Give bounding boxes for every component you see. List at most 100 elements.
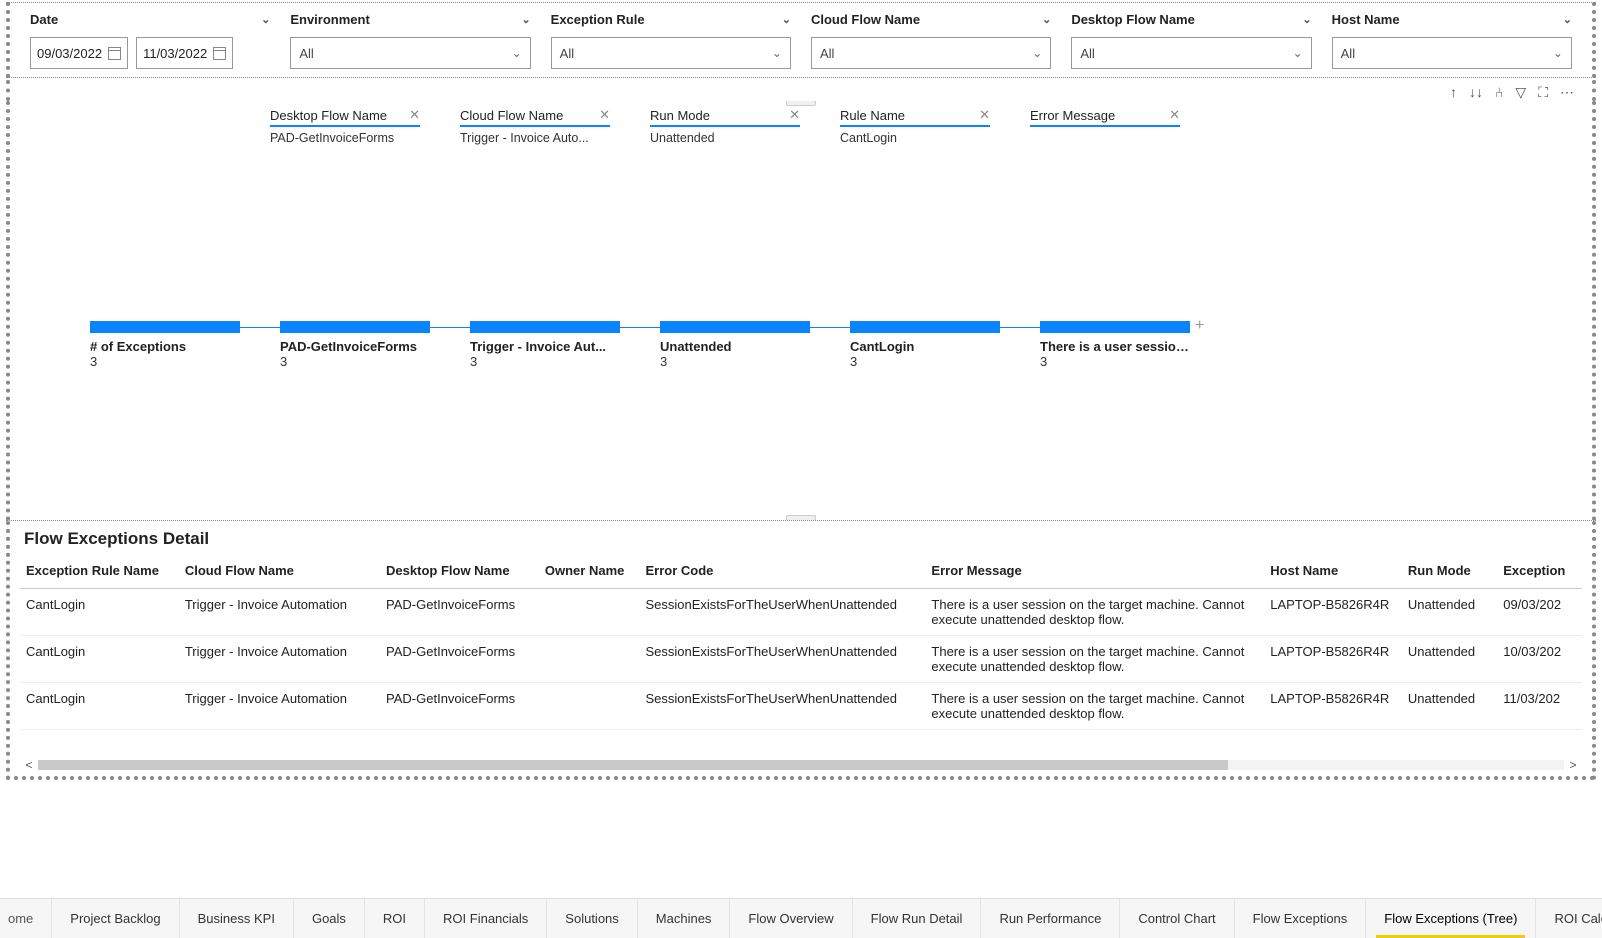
tab-project-backlog[interactable]: Project Backlog <box>52 899 179 938</box>
tab-business-kpi[interactable]: Business KPI <box>180 899 294 938</box>
focus-mode-icon[interactable]: ⛶ <box>1538 84 1548 101</box>
chevron-down-icon: ⌄ <box>512 46 522 60</box>
tab-goals[interactable]: Goals <box>294 899 365 938</box>
cell-desktop: PAD-GetInvoiceForms <box>380 589 539 636</box>
table-row[interactable]: CantLoginTrigger - Invoice AutomationPAD… <box>20 636 1582 683</box>
flow-exceptions-detail-visual: Flow Exceptions Detail Exception Rule Na… <box>6 521 1596 780</box>
decomp-node-value: 3 <box>660 354 810 369</box>
desktop-flow-select[interactable]: All⌄ <box>1071 37 1311 69</box>
close-icon[interactable]: ✕ <box>1169 107 1180 123</box>
tab-roi[interactable]: ROI <box>365 899 425 938</box>
cell-date: 09/03/202 <box>1497 589 1582 636</box>
close-icon[interactable]: ✕ <box>409 107 420 123</box>
exception-rule-select[interactable]: All⌄ <box>551 37 791 69</box>
more-options-icon[interactable]: ⋯ <box>1560 84 1574 101</box>
close-icon[interactable]: ✕ <box>789 107 800 123</box>
tab-flow-exceptions[interactable]: Flow Exceptions <box>1235 899 1367 938</box>
decomp-header: Rule Name✕ CantLogin <box>840 107 990 145</box>
col-error-code[interactable]: Error Code <box>639 557 925 589</box>
decomp-node[interactable]: There is a user session ... 3 <box>1040 321 1190 369</box>
tab-flow-exceptions-tree-[interactable]: Flow Exceptions (Tree) <box>1366 899 1536 938</box>
cell-mode: Unattended <box>1402 589 1497 636</box>
chevron-down-icon[interactable]: ⌄ <box>521 13 530 26</box>
scroll-right-icon[interactable]: > <box>1564 758 1582 772</box>
tab-roi-calculations[interactable]: ROI Calculations <box>1536 899 1602 938</box>
filter-environment-label: Environment <box>290 12 369 27</box>
decomposition-tree-visual[interactable]: Desktop Flow Name✕ PAD-GetInvoiceForms C… <box>6 101 1596 521</box>
calendar-icon <box>213 47 226 60</box>
drill-down-icon[interactable]: ↓↓ <box>1469 84 1483 101</box>
decomp-header-title: Error Message <box>1030 108 1115 123</box>
tab-roi-financials[interactable]: ROI Financials <box>425 899 547 938</box>
tab-flow-overview[interactable]: Flow Overview <box>730 899 852 938</box>
decomp-node-label: Unattended <box>660 339 810 354</box>
table-row[interactable]: CantLoginTrigger - Invoice AutomationPAD… <box>20 683 1582 730</box>
decomp-header-sub: Trigger - Invoice Auto... <box>460 131 610 145</box>
close-icon[interactable]: ✕ <box>979 107 990 123</box>
decomp-node[interactable]: CantLogin 3 <box>850 321 1000 369</box>
col-exception-rule[interactable]: Exception Rule Name <box>20 557 179 589</box>
decomp-node[interactable]: PAD-GetInvoiceForms 3 <box>280 321 430 369</box>
chevron-down-icon[interactable]: ⌄ <box>261 13 270 26</box>
date-from-input[interactable]: 09/03/2022 <box>30 37 128 69</box>
filter-cloud-flow-label: Cloud Flow Name <box>811 12 920 27</box>
tab-control-chart[interactable]: Control Chart <box>1120 899 1234 938</box>
chevron-down-icon[interactable]: ⌄ <box>782 13 791 26</box>
decomp-node[interactable]: Trigger - Invoice Aut... 3 <box>470 321 620 369</box>
decomp-header: Run Mode✕ Unattended <box>650 107 800 145</box>
decomp-node-root[interactable]: # of Exceptions 3 <box>90 321 240 369</box>
scroll-track[interactable] <box>38 760 1564 770</box>
cell-desktop: PAD-GetInvoiceForms <box>380 683 539 730</box>
col-error-message[interactable]: Error Message <box>925 557 1264 589</box>
tab-flow-run-detail[interactable]: Flow Run Detail <box>853 899 982 938</box>
decomp-level-headers: Desktop Flow Name✕ PAD-GetInvoiceForms C… <box>20 107 1582 145</box>
chevron-down-icon[interactable]: ⌄ <box>1042 13 1051 26</box>
host-select[interactable]: All⌄ <box>1332 37 1572 69</box>
decomp-node-value: 3 <box>1040 354 1190 369</box>
decomp-node[interactable]: Unattended 3 <box>660 321 810 369</box>
table-row[interactable]: CantLoginTrigger - Invoice AutomationPAD… <box>20 589 1582 636</box>
cell-code: SessionExistsForTheUserWhenUnattended <box>639 589 925 636</box>
tab-machines[interactable]: Machines <box>638 899 731 938</box>
date-to-input[interactable]: 11/03/2022 <box>136 37 233 69</box>
cell-host: LAPTOP-B5826R4R <box>1264 636 1402 683</box>
filter-date-label: Date <box>30 12 58 27</box>
col-desktop-flow[interactable]: Desktop Flow Name <box>380 557 539 589</box>
scroll-thumb[interactable] <box>38 760 1228 770</box>
filter-environment: Environment ⌄ All ⌄ <box>280 9 540 69</box>
col-exception-date[interactable]: Exception <box>1497 557 1582 589</box>
filter-exception-rule: Exception Rule⌄ All⌄ <box>541 9 801 69</box>
scroll-left-icon[interactable]: < <box>20 758 38 772</box>
environment-value: All <box>299 46 313 61</box>
cloud-flow-select[interactable]: All ⌄ <box>811 37 1051 69</box>
decomp-connector <box>430 327 470 328</box>
expand-hierarchy-icon[interactable]: ⑃ <box>1495 84 1503 101</box>
filter-icon[interactable]: ▽ <box>1515 84 1526 101</box>
chevron-down-icon[interactable]: ⌄ <box>1563 13 1572 26</box>
decomp-header: Desktop Flow Name✕ PAD-GetInvoiceForms <box>270 107 420 145</box>
cell-date: 11/03/202 <box>1497 683 1582 730</box>
chevron-down-icon: ⌄ <box>1032 46 1042 60</box>
add-level-icon[interactable]: + <box>1195 317 1204 335</box>
col-owner[interactable]: Owner Name <box>539 557 640 589</box>
environment-select[interactable]: All ⌄ <box>290 37 530 69</box>
date-from-value: 09/03/2022 <box>37 46 102 61</box>
detail-table: Exception Rule Name Cloud Flow Name Desk… <box>20 557 1582 730</box>
col-run-mode[interactable]: Run Mode <box>1402 557 1497 589</box>
close-icon[interactable]: ✕ <box>599 107 610 123</box>
col-host[interactable]: Host Name <box>1264 557 1402 589</box>
cell-msg: There is a user session on the target ma… <box>925 636 1264 683</box>
tab-truncated[interactable]: ome <box>0 899 52 938</box>
tab-solutions[interactable]: Solutions <box>547 899 637 938</box>
horizontal-scrollbar[interactable]: < > <box>20 758 1582 772</box>
decomp-node-label: There is a user session ... <box>1040 339 1190 354</box>
date-to-value: 11/03/2022 <box>143 46 207 61</box>
desktop-flow-value: All <box>1080 46 1094 61</box>
splitter-handle[interactable] <box>786 101 816 106</box>
drill-up-icon[interactable]: ↑ <box>1450 84 1457 101</box>
chevron-down-icon[interactable]: ⌄ <box>1302 13 1311 26</box>
decomp-header-title: Cloud Flow Name <box>460 108 563 123</box>
col-cloud-flow[interactable]: Cloud Flow Name <box>179 557 380 589</box>
cloud-flow-value: All <box>820 46 834 61</box>
tab-run-performance[interactable]: Run Performance <box>981 899 1120 938</box>
